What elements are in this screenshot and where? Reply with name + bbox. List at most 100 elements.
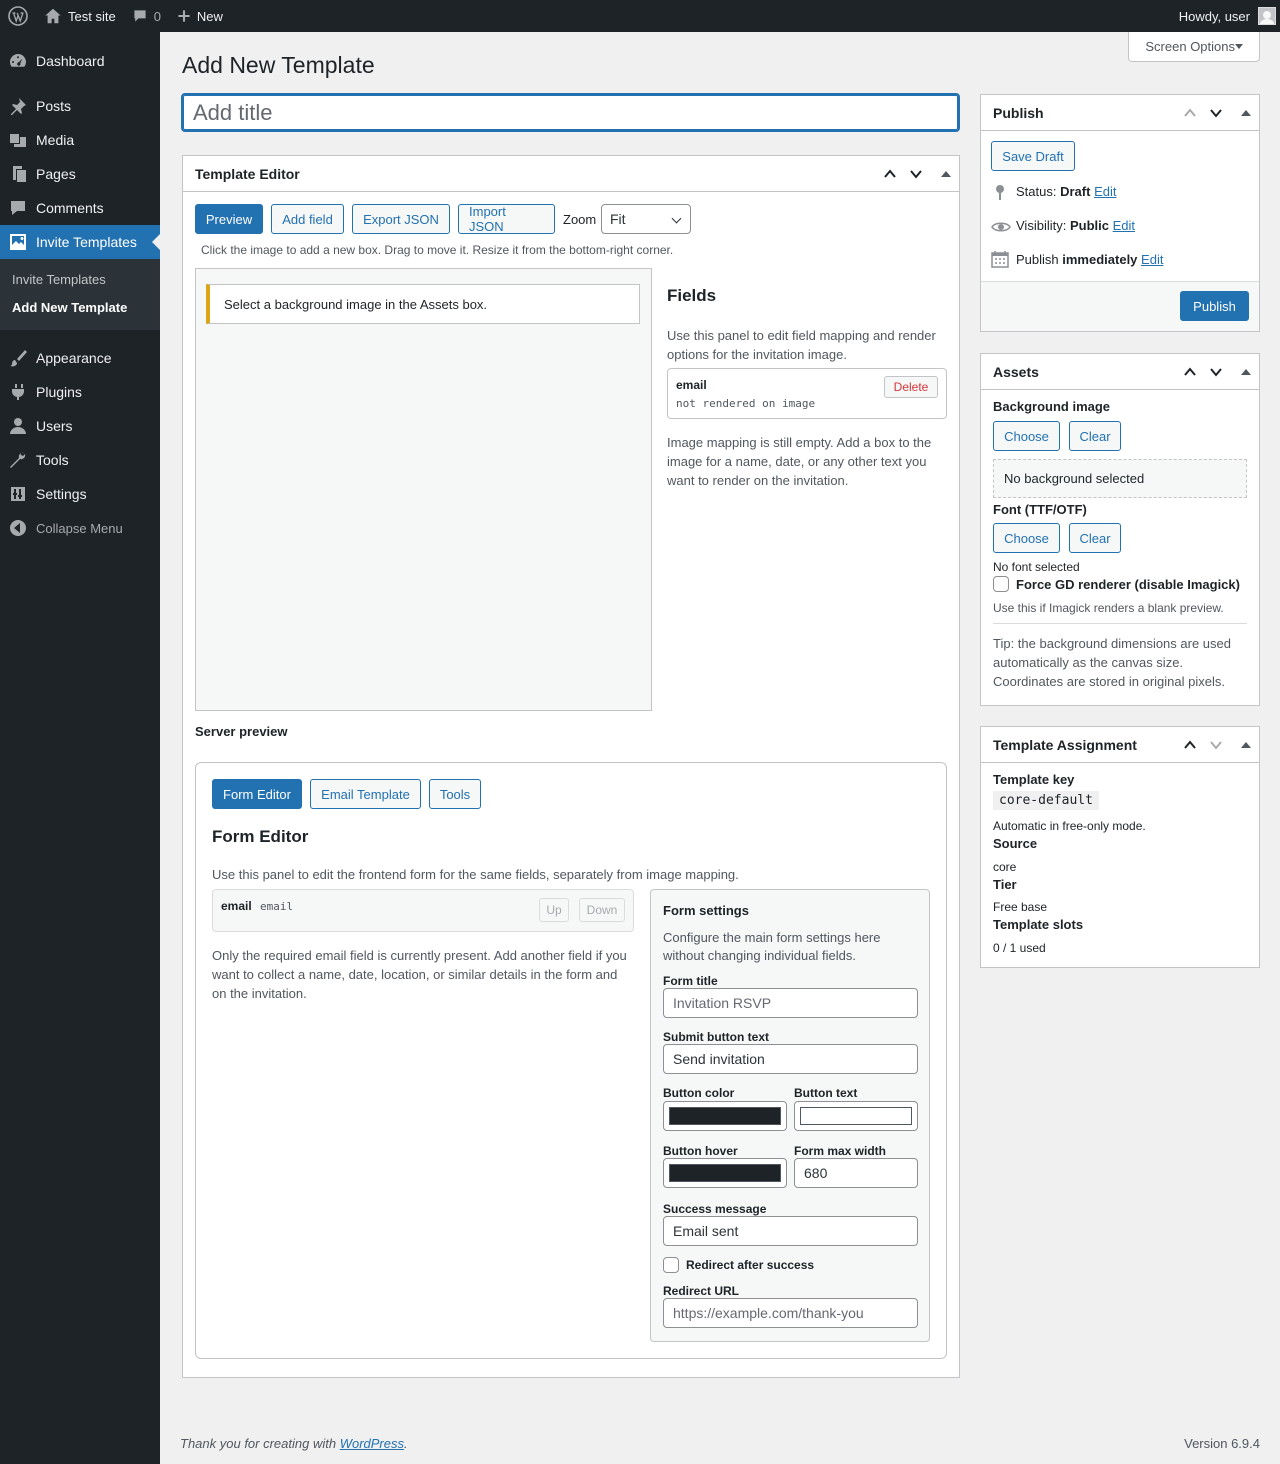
button-text-color-picker[interactable] (794, 1101, 918, 1131)
move-down-button[interactable] (905, 163, 927, 185)
choose-background-button[interactable]: Choose (993, 421, 1060, 451)
preview-button[interactable]: Preview (195, 204, 263, 234)
button-hover-color-picker[interactable] (663, 1158, 787, 1188)
force-gd-label: Force GD renderer (disable Imagick) (1016, 577, 1240, 592)
delete-field-button[interactable]: Delete (884, 376, 938, 398)
form-settings-desc: Configure the main form settings here (663, 930, 881, 945)
success-message-label: Success message (663, 1202, 767, 1216)
menu-media[interactable]: Media (0, 123, 160, 157)
toggle-panel-button[interactable] (1231, 361, 1253, 383)
color-swatch (800, 1107, 912, 1125)
tier-value: Free base (993, 900, 1048, 914)
submenu-add-new-template[interactable]: Add New Template (0, 294, 160, 322)
success-message-input[interactable]: Email sent (663, 1216, 918, 1246)
fields-desc-line: options for the invitation image. (667, 347, 847, 362)
site-name-link[interactable]: Test site (36, 0, 124, 32)
collapse-label: Collapse Menu (36, 520, 123, 536)
submenu-invite-templates[interactable]: Invite Templates (0, 266, 160, 294)
move-up-button[interactable] (879, 163, 901, 185)
menu-posts[interactable]: Posts (0, 89, 160, 123)
submit-text-input[interactable]: Send invitation (663, 1044, 918, 1074)
button-color-picker[interactable] (663, 1101, 787, 1131)
choose-font-button[interactable]: Choose (993, 523, 1060, 553)
my-account-menu[interactable]: Howdy, user (1171, 0, 1280, 32)
toggle-panel-button[interactable] (1231, 102, 1253, 124)
clear-font-button[interactable]: Clear (1069, 523, 1121, 553)
menu-label: Media (36, 132, 75, 148)
export-json-button[interactable]: Export JSON (352, 204, 450, 234)
footer-thanks-suffix: . (404, 1436, 408, 1451)
wordpress-logo-menu[interactable] (0, 0, 36, 32)
force-gd-checkbox[interactable] (993, 576, 1009, 592)
publish-time-row: Publish immediately Edit (1016, 252, 1163, 267)
assets-tip-line: Coordinates are stored in original pixel… (993, 674, 1225, 689)
admin-bar: Test site 0 New Howdy, user (0, 0, 1280, 32)
image-canvas[interactable]: Select a background image in the Assets … (195, 268, 652, 711)
menu-label: Dashboard (36, 53, 105, 69)
form-field-row-email[interactable]: email email Up Down (212, 889, 634, 932)
move-up-button[interactable] (1179, 102, 1201, 124)
tab-form-editor[interactable]: Form Editor (212, 779, 302, 809)
move-up-button[interactable] (1179, 361, 1201, 383)
edit-publish-time-link[interactable]: Edit (1141, 252, 1163, 267)
footer-version: Version 6.9.4 (1184, 1436, 1260, 1451)
menu-pages[interactable]: Pages (0, 157, 160, 191)
collapse-menu-button[interactable]: Collapse Menu (0, 511, 160, 545)
footer-thanks-prefix: Thank you for creating with (180, 1436, 340, 1451)
move-up-button[interactable]: Up (539, 898, 569, 922)
fields-empty-line: image for a name, date, or any other tex… (667, 454, 927, 469)
menu-plugins[interactable]: Plugins (0, 375, 160, 409)
menu-label: Tools (36, 452, 69, 468)
site-name: Test site (68, 8, 116, 24)
move-down-button[interactable] (1205, 361, 1227, 383)
menu-dashboard[interactable]: Dashboard (0, 44, 160, 78)
publish-button[interactable]: Publish (1180, 291, 1249, 321)
clear-background-button[interactable]: Clear (1069, 421, 1121, 451)
title-input[interactable] (181, 93, 960, 132)
menu-invite-templates[interactable]: Invite Templates (0, 225, 160, 259)
move-down-button[interactable] (1205, 102, 1227, 124)
tab-email-template[interactable]: Email Template (310, 779, 421, 809)
wordpress-link[interactable]: WordPress (340, 1436, 404, 1451)
save-draft-button[interactable]: Save Draft (991, 141, 1075, 171)
move-down-button[interactable] (1205, 734, 1227, 756)
publish-header: Publish (981, 95, 1259, 131)
menu-users[interactable]: Users (0, 409, 160, 443)
add-field-button[interactable]: Add field (271, 204, 344, 234)
button-color-label: Button color (663, 1086, 735, 1100)
toggle-panel-button[interactable] (1231, 734, 1253, 756)
form-max-width-input[interactable]: 680 (794, 1158, 918, 1188)
menu-tools[interactable]: Tools (0, 443, 160, 477)
move-up-button[interactable] (1179, 734, 1201, 756)
edit-status-link[interactable]: Edit (1094, 184, 1116, 199)
comments-link[interactable]: 0 (124, 0, 169, 32)
menu-settings[interactable]: Settings (0, 477, 160, 511)
form-title-input[interactable]: Invitation RSVP (663, 988, 918, 1018)
tier-label: Tier (993, 877, 1017, 892)
redirect-checkbox[interactable] (663, 1257, 679, 1273)
status-value: Draft (1060, 184, 1091, 199)
menu-appearance[interactable]: Appearance (0, 341, 160, 375)
redirect-url-input[interactable]: https://example.com/thank-you (663, 1298, 918, 1328)
zoom-select[interactable]: Fit (601, 204, 691, 234)
chevron-up-icon (1184, 107, 1196, 117)
tab-tools[interactable]: Tools (429, 779, 481, 809)
footer-thanks: Thank you for creating with WordPress. (180, 1436, 408, 1451)
import-json-button[interactable]: Import JSON (458, 204, 555, 234)
screen-options-button[interactable]: Screen Options (1128, 32, 1260, 62)
chevron-down-icon (1210, 367, 1222, 377)
new-content-link[interactable]: New (169, 0, 231, 32)
toggle-panel-button[interactable] (931, 163, 953, 185)
field-card-email[interactable]: email not rendered on image Delete (667, 368, 947, 419)
menu-label: Appearance (36, 350, 112, 366)
zoom-label: Zoom (563, 212, 597, 227)
menu-comments[interactable]: Comments (0, 191, 160, 225)
chevron-down-icon (1210, 740, 1222, 750)
edit-visibility-link[interactable]: Edit (1113, 218, 1135, 233)
move-down-button[interactable]: Down (579, 898, 625, 922)
editor-hint: Click the image to add a new box. Drag t… (201, 243, 674, 257)
divider (993, 623, 1247, 624)
source-label: Source (993, 836, 1038, 851)
status-label: Status: (1016, 184, 1057, 199)
comment-icon (11, 201, 25, 215)
